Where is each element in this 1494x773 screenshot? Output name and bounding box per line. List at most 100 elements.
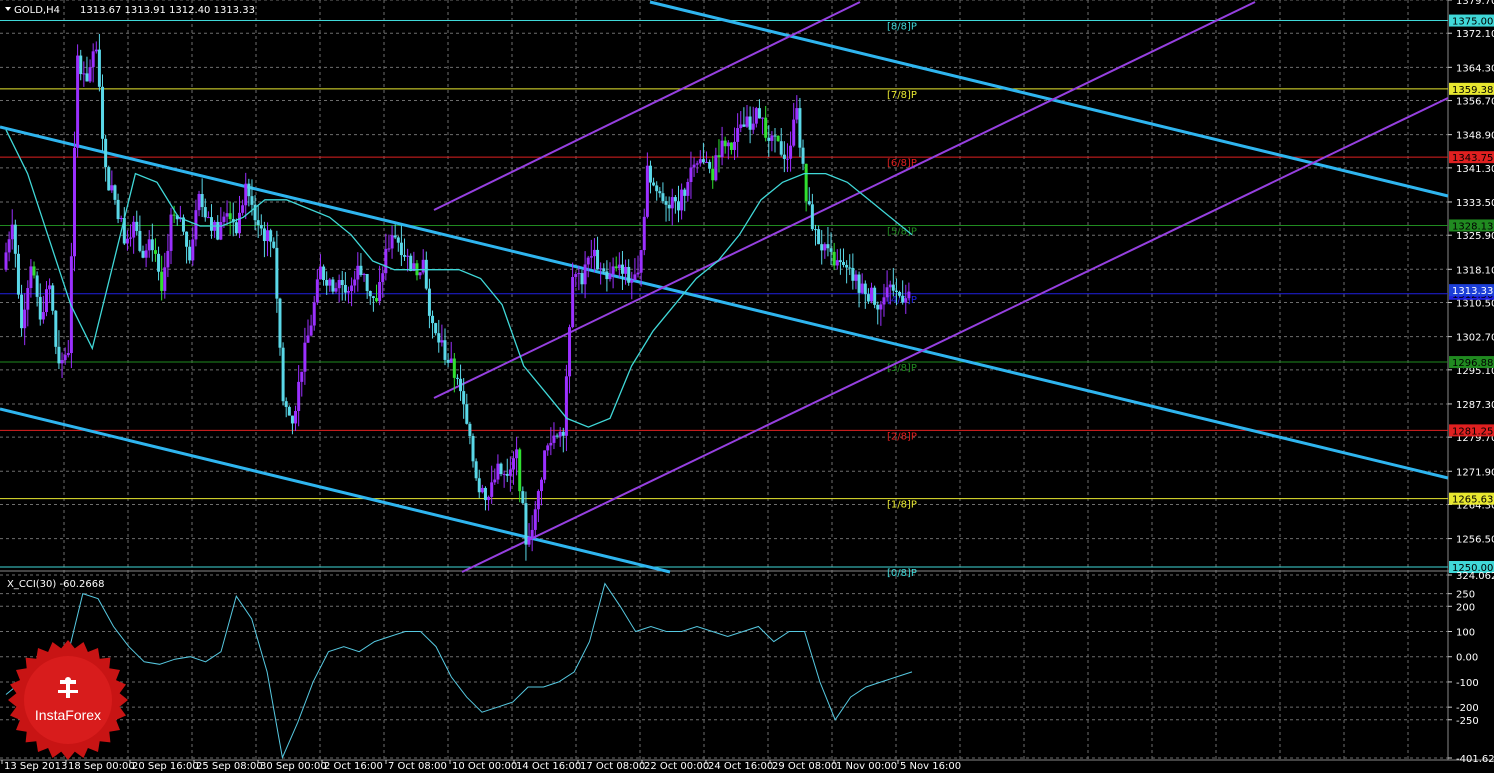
candle-body <box>592 249 596 257</box>
candle-body <box>234 222 238 234</box>
candle-body <box>614 266 618 269</box>
candle-body <box>683 189 687 196</box>
candle-body <box>742 124 746 127</box>
candle-body <box>552 435 556 443</box>
candle-body <box>409 255 413 272</box>
candle-body <box>10 224 14 240</box>
candle-body <box>511 458 515 470</box>
candle-body <box>723 140 727 147</box>
candle-body <box>701 159 705 163</box>
candle-body <box>838 260 842 263</box>
candle-body <box>673 197 677 202</box>
price-tick-label: 1325.90 <box>1456 231 1494 242</box>
candle-body <box>648 165 652 183</box>
candle-body <box>745 116 749 127</box>
time-tick-label: 2 Oct 16:00 <box>324 761 383 772</box>
candle-body <box>580 273 584 285</box>
candle-body <box>104 138 108 168</box>
candle-body <box>191 239 195 261</box>
candle-body <box>172 214 176 216</box>
candle-body <box>882 297 886 305</box>
candle-body <box>147 239 151 251</box>
candle-body <box>41 312 45 320</box>
candle-body <box>434 323 438 334</box>
candle-body <box>480 487 484 493</box>
candle-body <box>129 237 133 239</box>
candle-body <box>135 221 139 231</box>
candle-body <box>337 280 341 289</box>
time-tick-label: 25 Sep 08:00 <box>196 761 263 772</box>
candle-body <box>508 469 512 476</box>
candle-body <box>518 449 522 492</box>
price-tick-label: 1271.90 <box>1456 467 1494 478</box>
candle-body <box>328 279 332 286</box>
candle-body <box>94 49 98 52</box>
candle-body <box>851 267 855 281</box>
candle-body <box>820 244 824 251</box>
candle-body <box>23 309 27 329</box>
candle-body <box>266 230 270 242</box>
candle-body <box>524 503 528 545</box>
candle-body <box>496 463 500 480</box>
candle-body <box>440 340 444 343</box>
candle-body <box>726 142 730 147</box>
candle-body <box>334 288 338 292</box>
price-tick-label: 1256.50 <box>1456 535 1494 546</box>
candle-body <box>801 147 805 164</box>
candle-body <box>898 291 902 296</box>
candle-body <box>119 218 123 220</box>
indicator-label: X_CCI(30) -60.2668 <box>7 579 104 590</box>
candle-body <box>757 108 761 119</box>
candle-body <box>530 529 534 538</box>
level-price-label: 1375.00 <box>1452 17 1493 28</box>
candle-body <box>602 268 606 272</box>
candle-body <box>362 273 366 275</box>
candle-body <box>306 335 310 343</box>
candle-body <box>733 141 737 150</box>
candle-body <box>708 161 712 169</box>
candle-body <box>290 415 294 424</box>
candle-body <box>303 342 307 372</box>
murrey-label: [7/8]P <box>887 90 917 101</box>
candle-body <box>228 213 232 220</box>
candle-body <box>462 391 466 405</box>
cci-tick-label: 0.00 <box>1456 653 1478 664</box>
candle-body <box>904 298 908 303</box>
candle-body <box>705 161 709 163</box>
candle-body <box>540 479 544 492</box>
candle-body <box>474 461 478 479</box>
level-price-label: 1343.75 <box>1452 153 1493 164</box>
candle-body <box>564 376 568 436</box>
candle-body <box>72 147 76 257</box>
candle-body <box>144 250 148 258</box>
candle-body <box>620 264 624 274</box>
candle-body <box>736 128 740 142</box>
candle-body <box>88 67 92 82</box>
candle-body <box>188 246 192 261</box>
candle-body <box>829 248 833 252</box>
candle-body <box>888 284 892 288</box>
candle-body <box>219 222 223 240</box>
candle-body <box>259 225 263 229</box>
candle-body <box>238 212 242 234</box>
candle-body <box>711 168 715 181</box>
time-tick-label: 30 Sep 00:00 <box>260 761 327 772</box>
candle-body <box>38 296 42 320</box>
price-tick-label: 1287.30 <box>1456 400 1494 411</box>
candle-body <box>633 274 637 281</box>
candle-body <box>729 142 733 150</box>
candle-body <box>536 491 540 510</box>
chart-canvas[interactable]: [8/8]P[7/8]P[6/8]P[5/8]P[4/8]P[3/8]P[2/8… <box>0 0 1494 773</box>
candle-body <box>487 496 491 501</box>
level-price-label: 1265.63 <box>1452 495 1493 506</box>
candle-body <box>599 268 603 270</box>
murrey-label: [8/8]P <box>887 22 917 33</box>
candle-body <box>823 244 827 251</box>
candle-body <box>76 55 80 148</box>
cci-tick-label: 200 <box>1456 602 1475 613</box>
price-tick-label: 1379.70 <box>1456 0 1494 7</box>
candle-body <box>813 229 817 231</box>
candle-body <box>782 154 786 159</box>
logo-text: InstaForex <box>35 707 101 723</box>
instaforex-logo: InstaForex <box>8 640 128 760</box>
